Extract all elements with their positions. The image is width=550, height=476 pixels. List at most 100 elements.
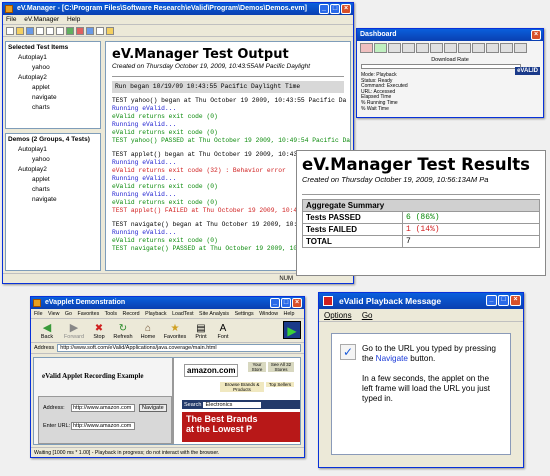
home-button[interactable]: ⌂ Home (136, 323, 160, 340)
address-input[interactable]: http://www.soft.com/eValid/Applications/… (57, 344, 301, 352)
print-button[interactable]: ▤ Print (190, 323, 212, 340)
open-icon[interactable] (16, 27, 24, 35)
menu-item[interactable]: Record (123, 311, 140, 317)
menu-go[interactable]: Go (362, 311, 373, 320)
tree-item[interactable]: Autoplay2 (8, 165, 98, 175)
menu-item[interactable]: View (48, 311, 59, 317)
tree-item[interactable]: navigate (8, 93, 98, 103)
minimize-button[interactable]: _ (319, 4, 329, 14)
dashboard-window: Dashboard × Download Rate eVALID Mode: P… (356, 28, 544, 118)
refresh-button[interactable]: ↻ Refresh (110, 323, 136, 340)
tree-item[interactable]: navigate (8, 195, 98, 205)
tree-item[interactable]: Autoplay1 (8, 53, 98, 63)
favorites-icon: ★ (170, 323, 180, 334)
dash-pause-icon[interactable] (388, 43, 401, 53)
failed-value: 1 (14%) (402, 223, 540, 236)
menu-item[interactable]: Settings (235, 311, 254, 317)
dash-record-icon[interactable] (360, 43, 373, 53)
menu-item[interactable]: LoadTest (172, 311, 194, 317)
save-icon[interactable] (26, 27, 34, 35)
applet-enter-field[interactable]: http://www.amazon.com (71, 422, 135, 430)
passed-value: 6 (86%) (402, 211, 540, 224)
run-icon[interactable] (66, 27, 74, 35)
applet-titlebar[interactable]: eVapplet Demonstration _ □ × (31, 297, 304, 309)
applet-navigate-button[interactable]: Navigate (139, 404, 167, 412)
tree-item[interactable]: charts (8, 185, 98, 195)
navigate-link[interactable]: Navigate (376, 354, 408, 363)
tree-item[interactable]: applet (8, 175, 98, 185)
dash-validate-icon[interactable] (430, 43, 443, 53)
log-line: TEST yahoo() PASSED at Thu October 19 20… (112, 137, 351, 144)
demos-tree[interactable]: Demos (2 Groups, 4 Tests) Autoplay1 yaho… (5, 133, 101, 271)
font-button[interactable]: A Font (212, 323, 234, 340)
maximize-button[interactable]: □ (281, 298, 291, 308)
dash-settings-icon[interactable] (500, 43, 513, 53)
stop-button[interactable]: ✖ Stop (88, 323, 110, 340)
dash-text-icon[interactable] (458, 43, 471, 53)
help-icon[interactable] (106, 27, 114, 35)
manager-titlebar[interactable]: eV.Manager - [C:\Program Files\Software … (3, 3, 353, 15)
log-line: eValid returns exit code (0) (112, 113, 218, 120)
total-label: TOTAL (302, 235, 403, 248)
amazon-tab-brands[interactable]: Browse Brands & Products (220, 382, 264, 392)
cut-icon[interactable] (36, 27, 44, 35)
maximize-button[interactable]: □ (498, 295, 509, 306)
tree-item[interactable]: applet (8, 83, 98, 93)
forward-button[interactable]: ▶ Forward (60, 323, 88, 341)
stop-icon[interactable] (76, 27, 84, 35)
report-icon[interactable] (86, 27, 94, 35)
dash-step-icon[interactable] (416, 43, 429, 53)
message-titlebar[interactable]: eValid Playback Message _ □ × (319, 293, 523, 309)
new-icon[interactable] (6, 27, 14, 35)
dash-log-icon[interactable] (472, 43, 485, 53)
menu-item[interactable]: Playback (145, 311, 167, 317)
dash-stop-icon[interactable] (402, 43, 415, 53)
font-icon: A (219, 323, 227, 334)
favorites-button[interactable]: ★ Favorites (160, 323, 190, 340)
tree-item[interactable]: Autoplay2 (8, 73, 98, 83)
menu-item[interactable]: Window (259, 311, 278, 317)
dash-chart-icon[interactable] (486, 43, 499, 53)
menu-item[interactable]: Favorites (77, 311, 99, 317)
tree-item[interactable]: Autoplay1 (8, 145, 98, 155)
maximize-button[interactable]: □ (330, 4, 340, 14)
back-button[interactable]: ◀ Back (34, 323, 60, 341)
passed-label: Tests PASSED (302, 211, 403, 224)
selected-tests-tree[interactable]: Selected Test Items Autoplay1 yahoo Auto… (5, 41, 101, 129)
log-line: eValid returns exit code (0) (112, 129, 218, 136)
dash-image-icon[interactable] (444, 43, 457, 53)
tree-item[interactable]: yahoo (8, 155, 98, 165)
menu-item[interactable]: Go (65, 311, 72, 317)
menu-options[interactable]: Options (324, 311, 352, 320)
menu-help[interactable]: Help (67, 16, 80, 23)
applet-address-field[interactable]: http://www.amazon.com (71, 404, 135, 412)
settings-icon[interactable] (96, 27, 104, 35)
output-title: eV.Manager Test Output (112, 47, 289, 62)
menu-item[interactable]: Site Analysis (199, 311, 229, 317)
close-button[interactable]: × (510, 295, 521, 306)
amazon-tab-store[interactable]: Your Store (248, 362, 266, 372)
menu-evmanager[interactable]: eV.Manager (24, 16, 59, 23)
menu-item[interactable]: Tools (105, 311, 117, 317)
log-line: TEST yahoo() began at Thu October 19 200… (112, 97, 347, 104)
dash-help-icon[interactable] (514, 43, 527, 53)
menu-file[interactable]: File (6, 16, 16, 23)
dashboard-close-button[interactable]: × (531, 30, 541, 40)
paste-icon[interactable] (56, 27, 64, 35)
amazon-tab-top[interactable]: Top Sellers (266, 382, 294, 387)
tree-item[interactable]: yahoo (8, 63, 98, 73)
minimize-button[interactable]: _ (486, 295, 497, 306)
refresh-icon: ↻ (118, 323, 128, 334)
menu-item[interactable]: Help (284, 311, 295, 317)
amazon-tab-all[interactable]: See All 32 Stores (268, 362, 294, 372)
menu-item[interactable]: File (34, 311, 43, 317)
copy-icon[interactable] (46, 27, 54, 35)
amazon-search-select[interactable]: Electronics (203, 401, 262, 408)
dash-play-icon[interactable] (374, 43, 387, 53)
status-num: NUM (279, 276, 293, 282)
close-button[interactable]: × (341, 4, 351, 14)
close-button[interactable]: × (292, 298, 302, 308)
minimize-button[interactable]: _ (270, 298, 280, 308)
dashboard-titlebar[interactable]: Dashboard × (357, 29, 543, 41)
tree-item[interactable]: charts (8, 103, 98, 113)
